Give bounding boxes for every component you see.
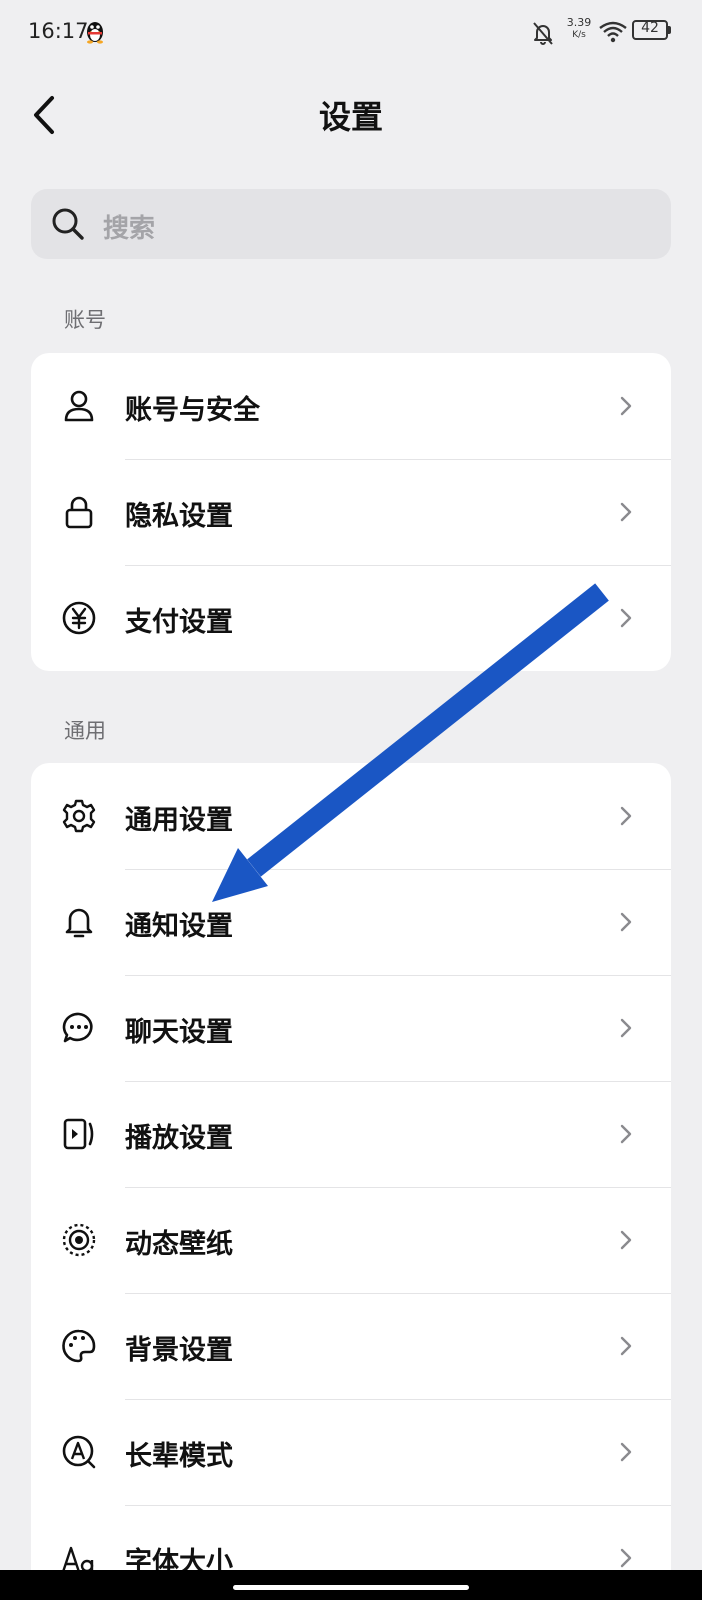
- settings-item-dynamic-wallpaper[interactable]: 动态壁纸: [31, 1187, 671, 1293]
- search-input[interactable]: 搜索: [31, 189, 671, 259]
- bell-off-icon: [533, 22, 553, 45]
- chevron-right-icon: [620, 1336, 632, 1356]
- page-title: 设置: [318, 98, 383, 136]
- settings-item-general[interactable]: 通用设置: [31, 763, 671, 869]
- status-time: 16:17: [28, 19, 89, 43]
- settings-item-notifications[interactable]: 通知设置: [31, 869, 671, 975]
- bell-icon: [65, 908, 93, 938]
- settings-item-playback[interactable]: 播放设置: [31, 1081, 671, 1187]
- qq-icon: [87, 22, 103, 44]
- account-settings-card: 账号与安全 隐私设置 支付设置: [31, 353, 671, 671]
- chevron-right-icon: [620, 1548, 632, 1568]
- status-bar: 16:17 3.39 K/s 42: [0, 0, 702, 64]
- section-label-general: 通用: [64, 719, 106, 743]
- chevron-right-icon: [620, 806, 632, 826]
- gear-icon: [62, 799, 96, 833]
- wifi-icon: [599, 21, 627, 43]
- font-size-icon: [62, 1546, 94, 1570]
- chevron-right-icon: [620, 502, 632, 522]
- settings-item-account-security[interactable]: 账号与安全: [31, 353, 671, 459]
- nav-bar: 设置: [0, 70, 702, 160]
- section-label-account: 账号: [64, 308, 106, 332]
- chevron-right-icon: [620, 608, 632, 628]
- chevron-right-icon: [620, 1018, 632, 1038]
- chevron-right-icon: [620, 1124, 632, 1144]
- settings-item-label: 隐私设置: [125, 501, 233, 532]
- settings-item-font-size[interactable]: 字体大小: [31, 1505, 671, 1570]
- chevron-right-icon: [620, 912, 632, 932]
- settings-item-label: 通用设置: [125, 805, 233, 836]
- settings-item-label: 支付设置: [125, 607, 233, 638]
- chevron-right-icon: [620, 1442, 632, 1462]
- search-icon: [52, 208, 84, 240]
- settings-item-elder-mode[interactable]: 长辈模式: [31, 1399, 671, 1505]
- settings-item-label: 背景设置: [125, 1335, 233, 1366]
- settings-item-label: 动态壁纸: [125, 1229, 233, 1260]
- user-icon: [64, 390, 94, 422]
- network-speed: 3.39 K/s: [564, 17, 594, 41]
- battery-cap: [668, 26, 671, 34]
- settings-item-label: 长辈模式: [125, 1441, 233, 1472]
- settings-item-label: 播放设置: [125, 1123, 233, 1154]
- search-placeholder: 搜索: [103, 214, 156, 244]
- settings-item-label: 账号与安全: [125, 395, 260, 426]
- elder-mode-icon: [62, 1435, 96, 1469]
- settings-item-chat[interactable]: 聊天设置: [31, 975, 671, 1081]
- play-screen-icon: [63, 1118, 94, 1150]
- chevron-right-icon: [620, 396, 632, 416]
- settings-item-payment[interactable]: 支付设置: [31, 565, 671, 671]
- settings-item-background[interactable]: 背景设置: [31, 1293, 671, 1399]
- general-settings-card: 通用设置 通知设置 聊天设置 播放设置 动态壁纸 背景设置 长辈模式 字体大小: [31, 763, 671, 1570]
- yen-icon: [62, 601, 96, 635]
- network-speed-value: 3.39: [566, 16, 592, 29]
- lock-icon: [65, 496, 93, 529]
- battery-level: 42: [641, 20, 659, 36]
- home-indicator[interactable]: [233, 1585, 469, 1590]
- settings-item-label: 通知设置: [125, 911, 233, 942]
- network-speed-unit: K/s: [572, 30, 586, 40]
- dynamic-wallpaper-icon: [62, 1223, 96, 1257]
- settings-item-privacy[interactable]: 隐私设置: [31, 459, 671, 565]
- chevron-right-icon: [620, 1230, 632, 1250]
- settings-item-label: 聊天设置: [125, 1017, 233, 1048]
- palette-icon: [62, 1329, 96, 1363]
- chat-bubble-icon: [62, 1012, 93, 1043]
- settings-item-label: 字体大小: [125, 1547, 233, 1570]
